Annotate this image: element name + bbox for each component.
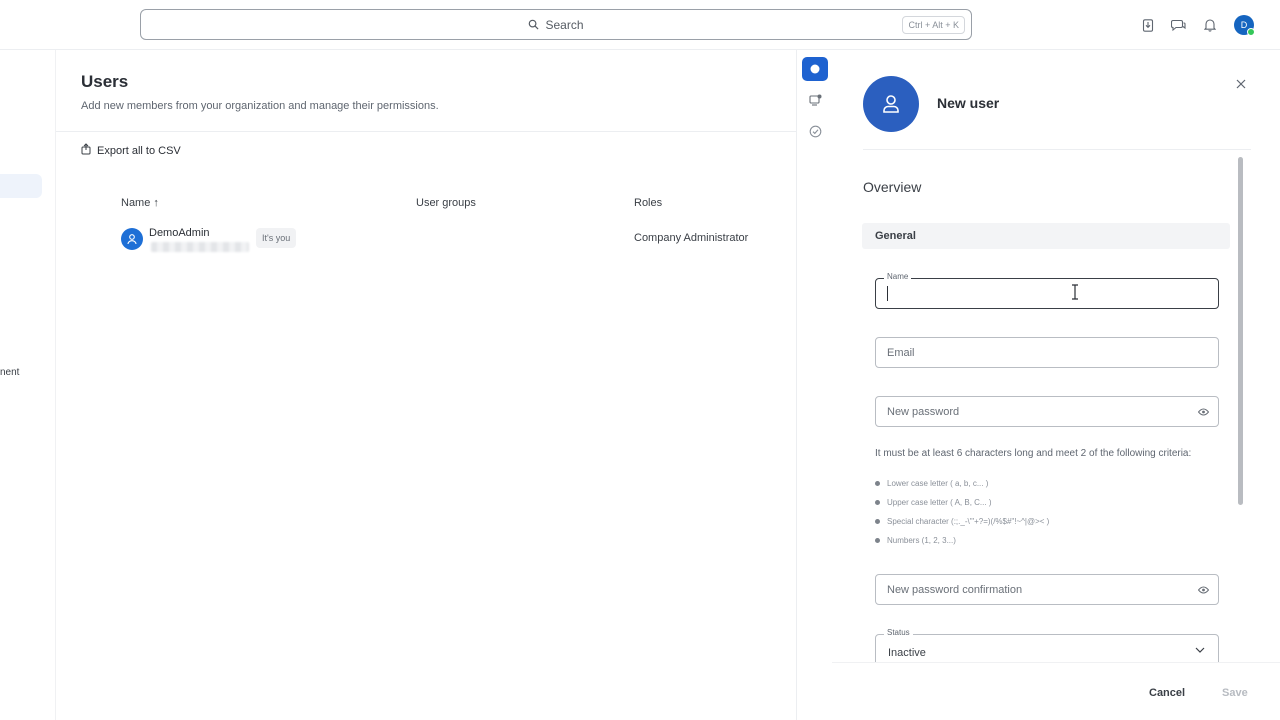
- panel-footer: Cancel Save: [832, 662, 1280, 720]
- user-role: Company Administrator: [634, 232, 749, 244]
- criteria-item: Special character (:;._-\'"+?=)(/%$#"!~^…: [875, 517, 1049, 526]
- search-placeholder: Search: [545, 18, 584, 32]
- its-you-badge: It's you: [256, 228, 297, 248]
- text-caret: [887, 286, 888, 301]
- save-button[interactable]: Save: [1222, 687, 1248, 699]
- divider: [863, 149, 1251, 150]
- eye-icon[interactable]: [1196, 583, 1210, 597]
- user-avatar[interactable]: D: [1234, 15, 1255, 36]
- column-header-user-groups[interactable]: User groups: [416, 197, 476, 209]
- person-icon: [883, 95, 899, 113]
- criteria-item: Upper case letter ( A, B, C... ): [875, 498, 991, 507]
- page-subtitle: Add new members from your organization a…: [81, 100, 439, 112]
- rail-overview-button[interactable]: [802, 57, 828, 81]
- page-title: Users: [81, 72, 129, 91]
- circle-icon: [810, 64, 820, 74]
- sidebar-item-label[interactable]: nent: [0, 367, 19, 378]
- new-user-avatar: [863, 76, 919, 132]
- column-header-name[interactable]: Name ↑: [121, 197, 159, 209]
- top-bar: Search Ctrl + Alt + K D: [0, 0, 1280, 50]
- search-shortcut: Ctrl + Alt + K: [902, 16, 965, 34]
- password-confirm-field[interactable]: New password confirmation: [875, 574, 1219, 605]
- device-icon: [808, 94, 821, 106]
- user-name: DemoAdmin: [149, 227, 210, 239]
- panel-rail: [796, 50, 832, 720]
- bell-icon[interactable]: [1201, 17, 1218, 34]
- close-icon[interactable]: [1234, 77, 1248, 91]
- download-icon[interactable]: [1139, 17, 1156, 34]
- cancel-button[interactable]: Cancel: [1149, 687, 1185, 699]
- eye-icon[interactable]: [1196, 405, 1210, 419]
- panel-title: New user: [937, 95, 1000, 111]
- export-csv-button[interactable]: Export all to CSV: [81, 143, 181, 158]
- users-page: Users Add new members from your organiza…: [56, 50, 796, 720]
- rail-tasks-button[interactable]: [802, 119, 828, 143]
- online-status-dot: [1247, 28, 1255, 36]
- sidebar-selected-item[interactable]: [0, 174, 42, 198]
- text-cursor-icon: [1072, 284, 1078, 300]
- subsection-title: General: [862, 223, 1230, 249]
- password-field[interactable]: New password: [875, 396, 1219, 427]
- section-title: Overview: [863, 179, 922, 195]
- left-sidebar: nent: [0, 50, 56, 720]
- export-icon: [81, 143, 92, 158]
- scrollbar[interactable]: [1238, 157, 1243, 505]
- name-label: Name: [884, 272, 912, 281]
- divider: [56, 131, 796, 132]
- chevron-down-icon: [1194, 644, 1206, 656]
- blurred-email: [151, 242, 249, 252]
- password-hint: It must be at least 6 characters long an…: [875, 448, 1192, 459]
- top-icons: D: [1139, 15, 1255, 36]
- rail-devices-button[interactable]: [802, 88, 828, 112]
- chat-icon[interactable]: [1170, 17, 1187, 34]
- status-label: Status: [884, 628, 913, 637]
- new-user-panel: New user Overview General Name Email New…: [832, 50, 1280, 720]
- email-placeholder: Email: [887, 347, 915, 359]
- search-icon: [528, 19, 539, 33]
- check-circle-icon: [809, 125, 821, 137]
- email-field[interactable]: Email: [875, 337, 1219, 368]
- criteria-item: Lower case letter ( a, b, c... ): [875, 479, 988, 488]
- column-header-roles[interactable]: Roles: [634, 197, 662, 209]
- password-placeholder: New password: [887, 406, 960, 418]
- status-value: Inactive: [888, 647, 926, 659]
- export-label: Export all to CSV: [97, 144, 181, 157]
- search-bar[interactable]: Search Ctrl + Alt + K: [140, 9, 972, 40]
- user-avatar-icon: [121, 228, 143, 250]
- password-confirm-placeholder: New password confirmation: [887, 584, 1023, 596]
- criteria-item: Numbers (1, 2, 3...): [875, 536, 956, 545]
- name-field[interactable]: Name: [875, 272, 1219, 309]
